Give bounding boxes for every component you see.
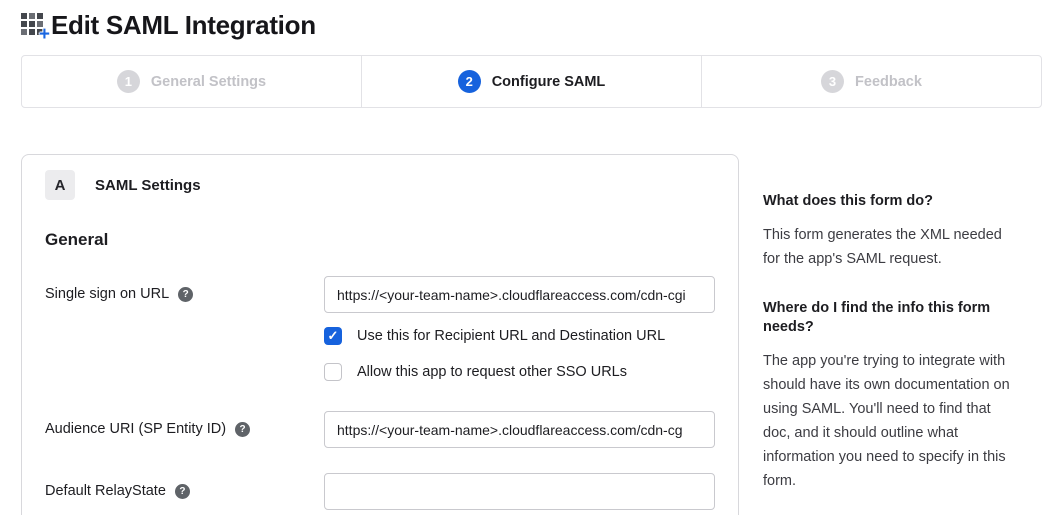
wizard-stepper: 1 General Settings 2 Configure SAML 3 Fe…: [21, 55, 1042, 108]
content: A SAML Settings General Single sign on U…: [21, 154, 1042, 515]
page: + Edit SAML Integration 1 General Settin…: [0, 8, 1063, 515]
audience-uri-controls: [324, 411, 715, 448]
add-app-icon: +: [21, 13, 46, 38]
audience-uri-label-group: Audience URI (SP Entity ID) ?: [45, 411, 324, 437]
sso-url-label: Single sign on URL: [45, 286, 169, 302]
general-section-heading: General: [45, 230, 715, 250]
audience-uri-input[interactable]: [324, 411, 715, 448]
recipient-url-checkbox[interactable]: ✓: [324, 327, 342, 345]
audience-uri-row: Audience URI (SP Entity ID) ?: [45, 411, 715, 448]
panel-title: SAML Settings: [95, 177, 201, 194]
relay-state-help-icon[interactable]: ?: [175, 484, 190, 499]
saml-settings-panel: A SAML Settings General Single sign on U…: [21, 154, 739, 515]
sso-url-input[interactable]: [324, 276, 715, 313]
relay-state-row: Default RelayState ? If no value is set,…: [45, 473, 715, 515]
panel-header: A SAML Settings: [45, 170, 715, 200]
help-sidebar: What does this form do? This form genera…: [763, 154, 1015, 493]
step-general-settings[interactable]: 1 General Settings: [22, 56, 362, 107]
audience-uri-label: Audience URI (SP Entity ID): [45, 421, 226, 437]
step-1-label: General Settings: [151, 74, 266, 90]
step-feedback[interactable]: 3 Feedback: [702, 56, 1041, 107]
sidebar-body-what: This form generates the XML needed for t…: [763, 223, 1015, 271]
sso-url-row: Single sign on URL ? ✓ Use this for Reci…: [45, 276, 715, 381]
sidebar-section-where: Where do I find the info this form needs…: [763, 299, 1015, 493]
recipient-url-checkbox-label: Use this for Recipient URL and Destinati…: [357, 328, 665, 344]
section-a-badge: A: [45, 170, 75, 200]
other-sso-urls-checkbox-row[interactable]: Allow this app to request other SSO URLs: [324, 363, 715, 381]
sidebar-body-where: The app you're trying to integrate with …: [763, 349, 1015, 493]
step-2-number-badge: 2: [458, 70, 481, 93]
sso-url-help-icon[interactable]: ?: [178, 287, 193, 302]
relay-state-label: Default RelayState: [45, 483, 166, 499]
step-1-number-badge: 1: [117, 70, 140, 93]
step-3-number-badge: 3: [821, 70, 844, 93]
step-3-label: Feedback: [855, 74, 922, 90]
page-header: + Edit SAML Integration: [21, 8, 1042, 42]
sidebar-section-what: What does this form do? This form genera…: [763, 192, 1015, 271]
sidebar-heading-what: What does this form do?: [763, 192, 1015, 211]
audience-uri-help-icon[interactable]: ?: [235, 422, 250, 437]
sidebar-heading-where: Where do I find the info this form needs…: [763, 299, 1015, 337]
other-sso-urls-checkbox[interactable]: [324, 363, 342, 381]
relay-state-controls: If no value is set, a blank RelayState i…: [324, 473, 715, 515]
recipient-url-checkbox-row[interactable]: ✓ Use this for Recipient URL and Destina…: [324, 327, 715, 345]
page-title: Edit SAML Integration: [51, 10, 316, 41]
relay-state-label-group: Default RelayState ?: [45, 473, 324, 499]
other-sso-urls-checkbox-label: Allow this app to request other SSO URLs: [357, 364, 627, 380]
sso-url-label-group: Single sign on URL ?: [45, 276, 324, 302]
relay-state-input[interactable]: [324, 473, 715, 510]
sso-url-controls: ✓ Use this for Recipient URL and Destina…: [324, 276, 715, 381]
step-configure-saml[interactable]: 2 Configure SAML: [362, 56, 702, 107]
step-2-label: Configure SAML: [492, 74, 606, 90]
plus-icon: +: [39, 25, 50, 44]
